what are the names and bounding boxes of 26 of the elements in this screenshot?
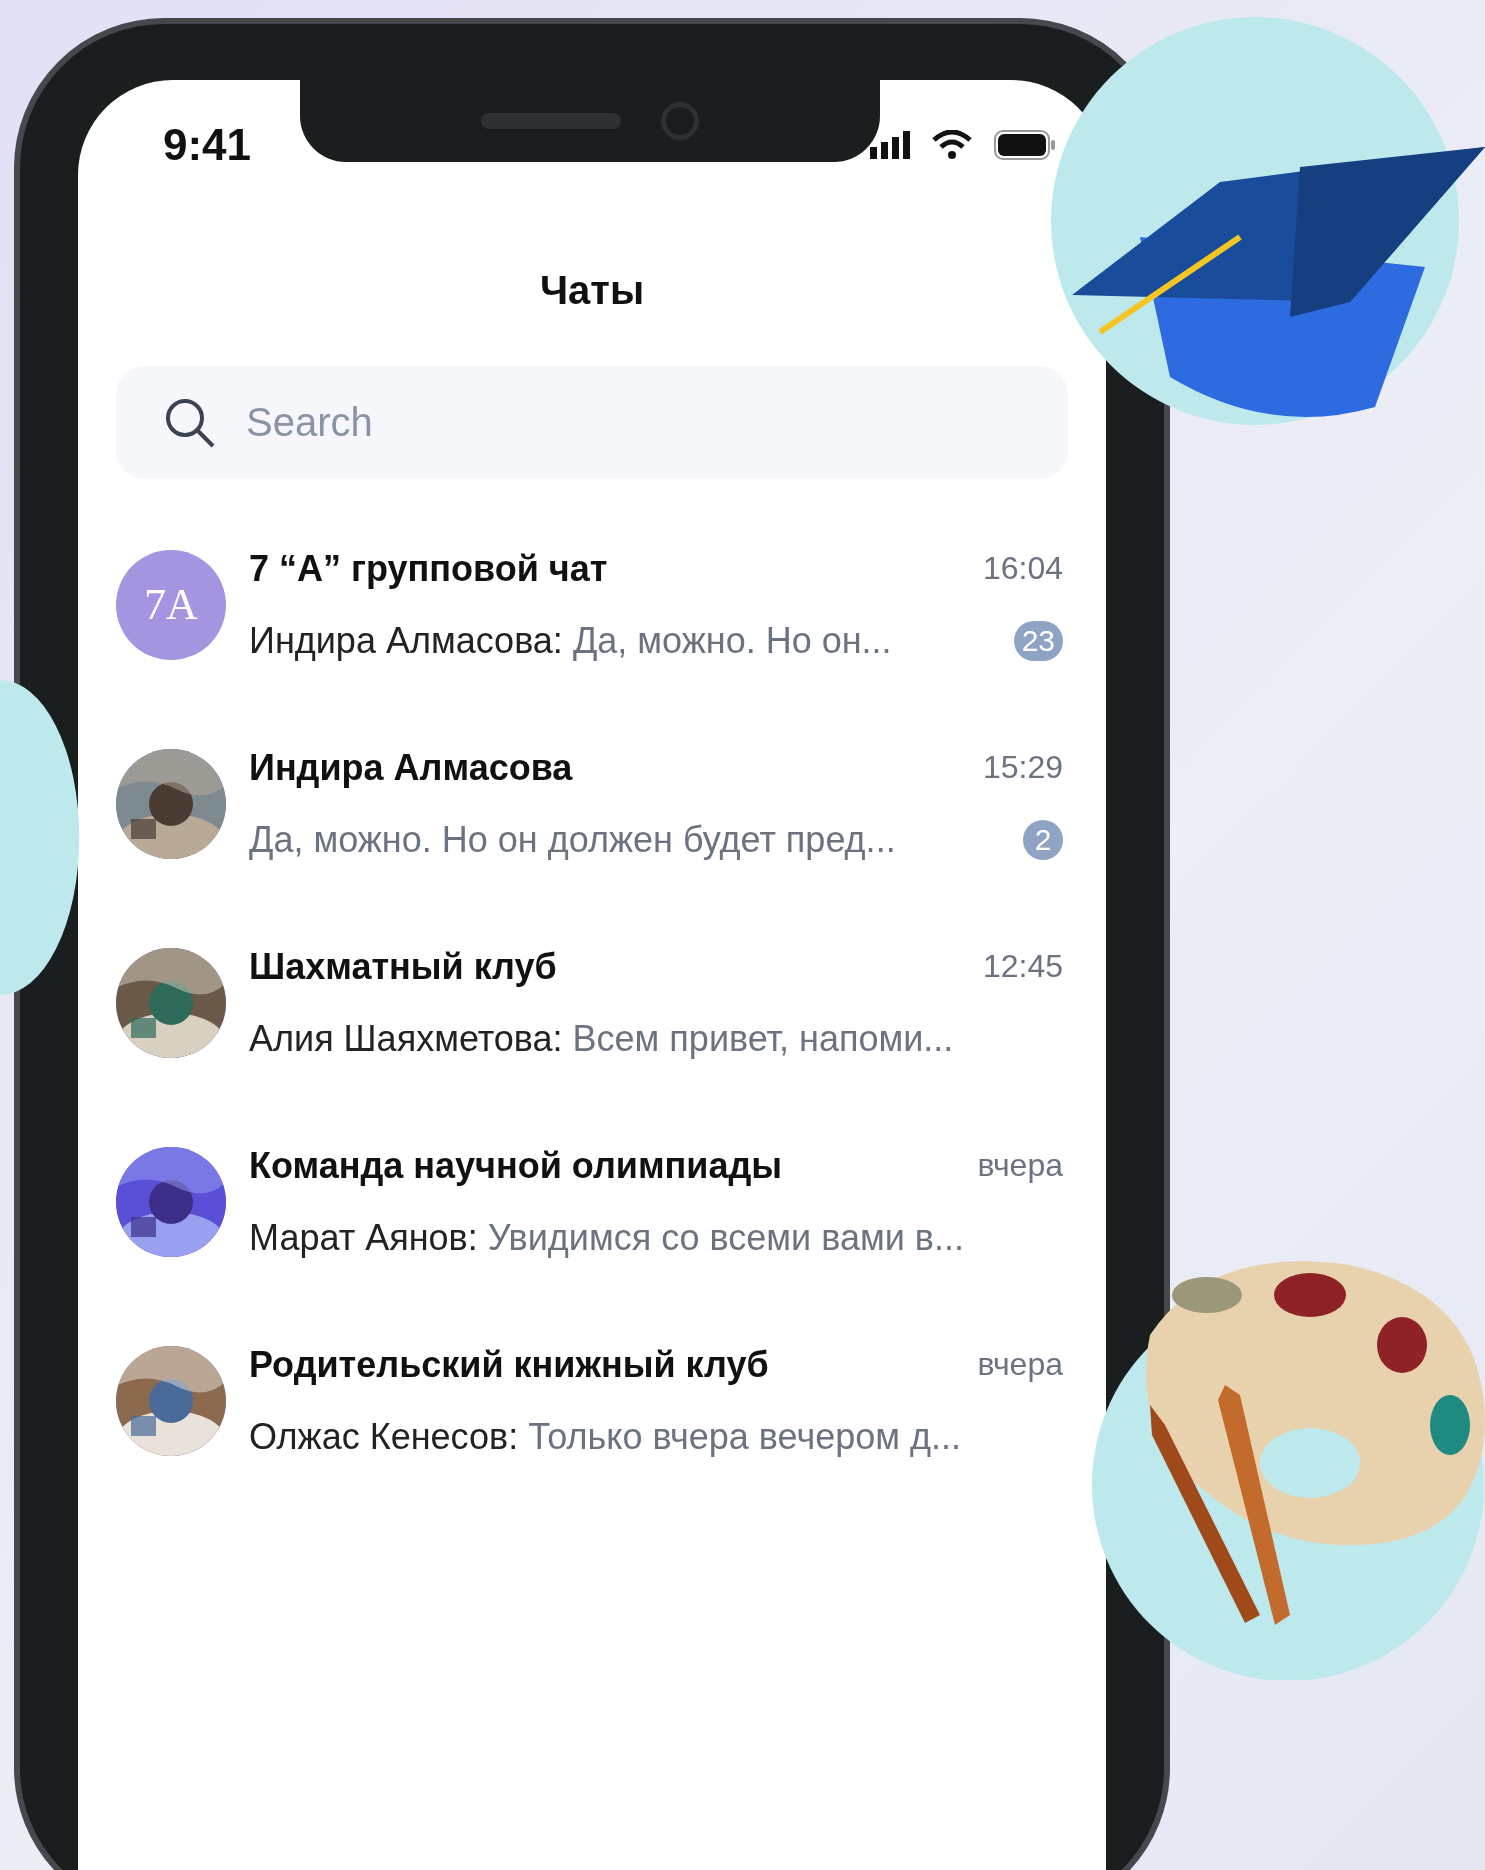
status-time: 9:41 [163,120,252,170]
chat-time: вчера [977,1147,1063,1184]
message-preview: Алия Шаяхметова: Всем привет, напоми... [249,1017,954,1060]
unread-badge: 23 [1013,620,1063,661]
battery-icon [994,130,1056,160]
chat-name: Родительский книжный клуб [249,1343,769,1386]
search-input[interactable]: Search [244,399,1020,446]
chat-time: вчера [977,1346,1063,1383]
message-preview: Индира Алмасова: Да, можно. Но он... [249,619,892,662]
message-preview: Олжас Кенесов: Только вчера вечером д... [249,1415,961,1458]
chat-time: 15:29 [982,749,1063,786]
chat-time: 12:45 [982,948,1063,985]
avatar: 7A [116,549,226,660]
signal-icon [870,131,910,159]
chat-name: Шахматный клуб [249,945,557,988]
chat-name: Индира Алмасова [249,746,573,789]
search-field[interactable]: Search [116,366,1068,479]
search-icon [164,396,216,449]
message-preview: Да, можно. Но он должен будет пред... [249,818,896,861]
unread-badge: 2 [1023,819,1063,860]
screen-title: Чаты [538,268,646,313]
message-preview: Марат Аянов: Увидимся со всеми вами в... [249,1216,964,1259]
chat-time: 16:04 [982,550,1063,587]
chat-name: Команда научной олимпиады [249,1144,783,1187]
wifi-icon [932,130,972,160]
chat-name: 7 “A” групповой чат [249,547,608,590]
